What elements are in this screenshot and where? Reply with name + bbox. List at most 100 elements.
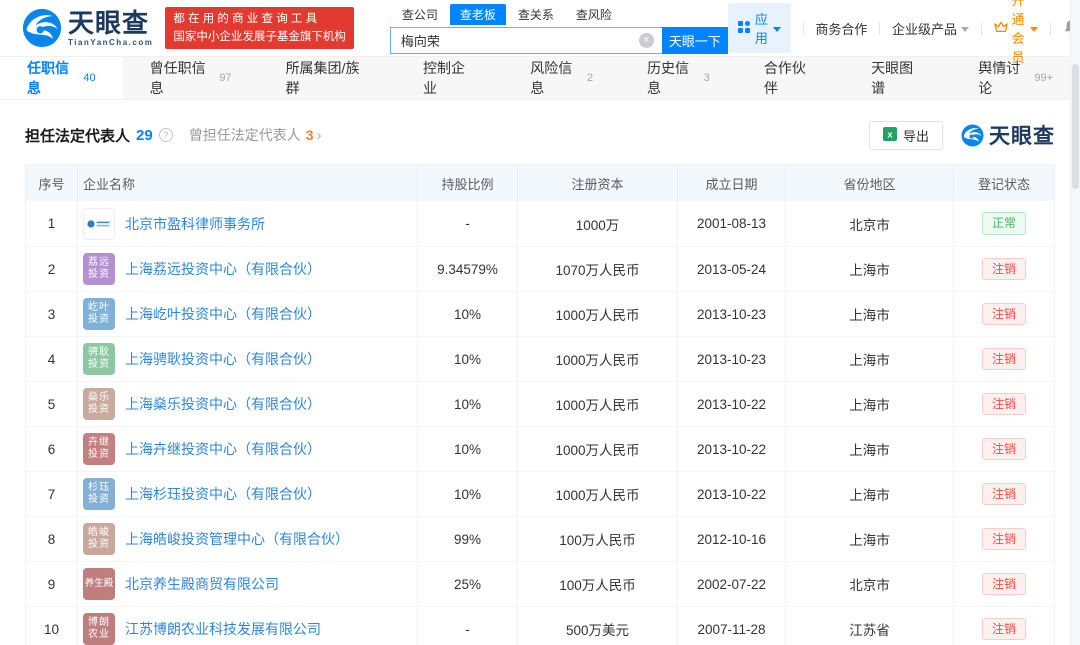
column-header: 持股比例 (418, 165, 518, 201)
registered-capital: 1000万人民币 (518, 427, 678, 471)
clear-icon[interactable]: × (638, 33, 654, 48)
company-logo: 屹叶 投资 (83, 298, 115, 330)
search-tab-relations[interactable]: 查关系 (508, 4, 564, 25)
divider (1050, 21, 1051, 35)
tab-risk-info[interactable]: 风险信息 2 (503, 57, 620, 99)
shareholding-ratio: 10% (418, 472, 518, 516)
column-header: 登记状态 (977, 176, 1030, 192)
establish-date: 2013-10-22 (678, 382, 786, 426)
company-logo: 荔远 投资 (83, 253, 115, 285)
apps-label: 应用 (754, 12, 768, 46)
search-tab-boss[interactable]: 查老板 (449, 4, 506, 25)
province-region: 上海市 (786, 292, 954, 336)
top-header: 天眼查 TianYanCha.com 都 在 用 的 商 业 查 询 工 具 国… (0, 0, 1080, 65)
main-content: 担任法定代表人 29 ? 曾担任法定代表人 3 › x 导出 天眼查 序号 企业名… (0, 100, 1080, 645)
table-row: 7 杉珏 投资 上海杉珏投资中心（有限合伙） 10% 1000万人民币 2013-… (26, 471, 1054, 516)
status-badge: 注销 (981, 572, 1026, 596)
row-index: 5 (26, 382, 78, 426)
province-region: 上海市 (786, 382, 954, 426)
scrollbar[interactable] (1070, 0, 1080, 645)
shareholding-ratio: 10% (418, 292, 518, 336)
tab-current-positions[interactable]: 任职信息 40 (0, 57, 123, 99)
company-name-link[interactable]: 上海杉珏投资中心（有限合伙） (125, 484, 321, 504)
shareholding-ratio: 10% (418, 427, 518, 471)
past-legal-rep-count: 3 (305, 127, 314, 143)
chevron-down-icon (772, 26, 781, 32)
row-index: 9 (26, 562, 78, 606)
registered-capital: 100万人民币 (518, 517, 678, 561)
apps-grid-icon (737, 20, 750, 36)
export-button[interactable]: x 导出 (868, 120, 943, 150)
province-region: 上海市 (786, 247, 954, 291)
crown-icon (993, 21, 1008, 36)
shareholding-ratio: - (418, 607, 518, 645)
company-name-link[interactable]: 上海卉继投资中心（有限合伙） (125, 439, 321, 459)
nav-item-business-cooperation[interactable]: 商务合作 (815, 19, 867, 38)
establish-date: 2012-10-16 (678, 517, 786, 561)
tianyancha-logo-icon (22, 8, 62, 48)
province-region: 上海市 (786, 472, 954, 516)
row-index: 8 (26, 517, 78, 561)
province-region: 上海市 (786, 427, 954, 471)
company-name-link[interactable]: 北京市盈科律师事务所 (125, 214, 265, 234)
table-row: 2 荔远 投资 上海荔远投资中心（有限合伙） 9.34579% 1070万人民币 … (26, 246, 1054, 291)
table-row: 3 屹叶 投资 上海屹叶投资中心（有限合伙） 10% 1000万人民币 2013-… (26, 291, 1054, 336)
company-name-link[interactable]: 上海皓峻投资管理中心（有限合伙） (125, 529, 349, 549)
company-name-link[interactable]: 上海屹叶投资中心（有限合伙） (125, 304, 321, 324)
divider (802, 21, 804, 35)
row-index: 10 (26, 607, 78, 645)
table-row: 6 卉继 投资 上海卉继投资中心（有限合伙） 10% 1000万人民币 2013-… (26, 426, 1054, 471)
row-index: 1 (26, 201, 78, 246)
scrollbar-thumb[interactable] (1072, 64, 1079, 189)
company-logo: 燊乐 投资 (83, 388, 115, 420)
section-title: 担任法定代表人 (25, 127, 131, 145)
excel-icon: x (882, 126, 897, 144)
company-logo: 养生殿 (83, 568, 115, 600)
table-row: 9 养生殿 北京养生殿商贸有限公司 25% 100万人民币 2002-07-22… (26, 561, 1054, 606)
status-badge: 注销 (981, 617, 1026, 641)
establish-date: 2013-10-23 (678, 337, 786, 381)
brand-title: 天眼查 (68, 7, 150, 38)
column-header: 省份地区 (786, 165, 954, 201)
establish-date: 2013-10-22 (678, 472, 786, 516)
table-row: 4 骋耿 投资 上海骋耿投资中心（有限合伙） 10% 1000万人民币 2013-… (26, 336, 1054, 381)
nav-item-enterprise-products[interactable]: 企业级产品 (892, 19, 969, 38)
vip-membership-button[interactable]: 开通会员 (993, 0, 1039, 66)
search-button[interactable]: 天眼一下 (661, 27, 728, 54)
registered-capital: 1070万人民币 (518, 247, 678, 291)
search-input[interactable] (389, 27, 662, 54)
company-name-link[interactable]: 北京养生殿商贸有限公司 (125, 574, 279, 594)
past-legal-rep-link[interactable]: 曾担任法定代表人 3 › (189, 125, 322, 145)
tab-controlled-companies[interactable]: 控制企业 (396, 57, 503, 99)
search-area: 查公司查老板查关系查风险 × 天眼一下 (389, 4, 728, 54)
row-index: 4 (26, 337, 78, 381)
tianyancha-watermark: 天眼查 (961, 120, 1055, 150)
search-tab-company[interactable]: 查公司 (392, 4, 448, 25)
svg-text:x: x (887, 129, 892, 139)
company-name-link[interactable]: 江苏博朗农业科技发展有限公司 (125, 619, 321, 639)
registered-capital: 1000万人民币 (518, 382, 678, 426)
company-name-link[interactable]: 上海荔远投资中心（有限合伙） (125, 259, 321, 279)
tab-history-info[interactable]: 历史信息 3 (620, 57, 737, 99)
tab-past-positions[interactable]: 曾任职信息 97 (123, 57, 259, 99)
tab-group[interactable]: 所属集团/族群 (259, 57, 396, 99)
table-header-row: 序号 企业名称 持股比例 注册资本 成立日期 省份地区 登记状态 (26, 165, 1054, 201)
establish-date: 2002-07-22 (678, 562, 786, 606)
province-region: 北京市 (786, 201, 954, 246)
brand-logo[interactable]: 天眼查 TianYanCha.com (22, 8, 153, 48)
shareholding-ratio: 99% (418, 517, 518, 561)
row-index: 6 (26, 427, 78, 471)
top-nav: 应用 商务合作 企业级产品 开通会员 鹰眼 (727, 0, 1080, 66)
establish-date: 2013-10-23 (678, 292, 786, 336)
company-name-link[interactable]: 上海燊乐投资中心（有限合伙） (125, 394, 321, 414)
registered-capital: 1000万人民币 (518, 337, 678, 381)
search-tab-risk[interactable]: 查风险 (566, 4, 622, 25)
status-badge: 注销 (981, 437, 1026, 461)
company-logo: 皓峻 投资 (83, 523, 115, 555)
help-icon[interactable]: ? (158, 128, 173, 142)
shareholding-ratio: 25% (418, 562, 518, 606)
table-row: 10 博朗 农业 江苏博朗农业科技发展有限公司 - 500万美元 2007-11-… (26, 606, 1054, 645)
apps-menu-button[interactable]: 应用 (727, 3, 791, 53)
company-name-link[interactable]: 上海骋耿投资中心（有限合伙） (125, 349, 321, 369)
shareholding-ratio: 10% (418, 382, 518, 426)
